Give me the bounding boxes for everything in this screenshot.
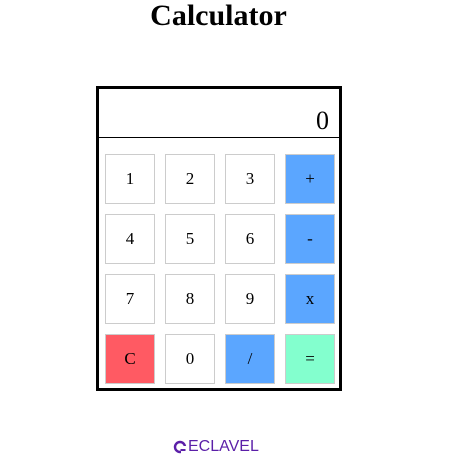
key-0[interactable]: 0 [165, 334, 215, 384]
key-9[interactable]: 9 [225, 274, 275, 324]
key-7[interactable]: 7 [105, 274, 155, 324]
brand-logo-text: ECLAVEL [188, 438, 259, 455]
key-minus[interactable]: - [285, 214, 335, 264]
key-5[interactable]: 5 [165, 214, 215, 264]
brand-logo: ECLAVEL [173, 437, 259, 457]
key-multiply[interactable]: x [285, 274, 335, 324]
key-4[interactable]: 4 [105, 214, 155, 264]
page-title: Calculator [150, 0, 287, 32]
key-clear[interactable]: C [105, 334, 155, 384]
calculator-page: Calculator 0 1 2 3 + 4 5 6 - 7 8 9 x C 0… [0, 0, 463, 458]
key-3[interactable]: 3 [225, 154, 275, 204]
calculator: 0 1 2 3 + 4 5 6 - 7 8 9 x C 0 / = [96, 86, 342, 391]
display-value: 0 [316, 106, 329, 135]
key-1[interactable]: 1 [105, 154, 155, 204]
key-plus[interactable]: + [285, 154, 335, 204]
display: 0 [99, 89, 339, 138]
key-6[interactable]: 6 [225, 214, 275, 264]
key-divide[interactable]: / [225, 334, 275, 384]
key-8[interactable]: 8 [165, 274, 215, 324]
brand-logo-icon [173, 440, 187, 454]
key-2[interactable]: 2 [165, 154, 215, 204]
key-equals[interactable]: = [285, 334, 335, 384]
